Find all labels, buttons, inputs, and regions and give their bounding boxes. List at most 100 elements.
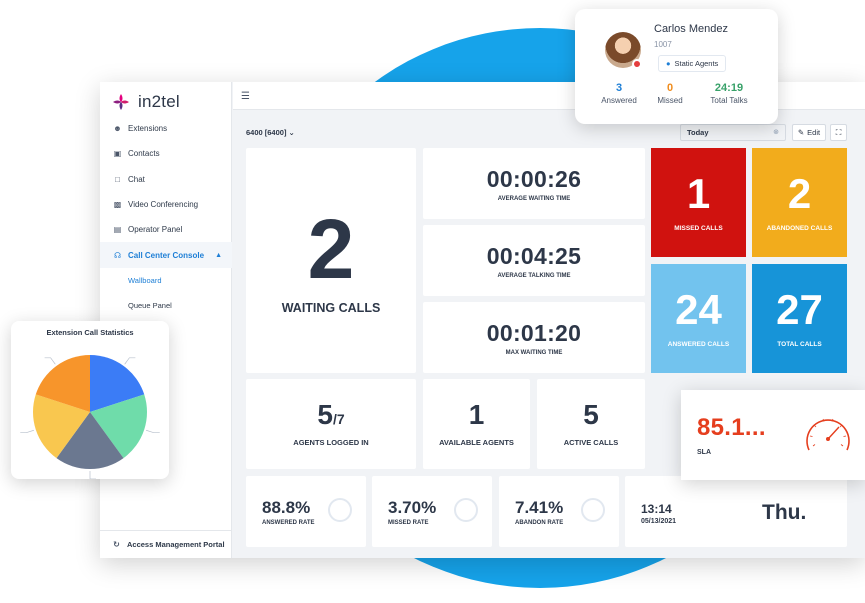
abandoned-calls-value: 2 — [787, 170, 812, 217]
available-agents-label: AVAILABLE AGENTS — [439, 438, 514, 447]
max-waiting-time-card: 00:01:20 MAX WAITING TIME — [423, 302, 645, 373]
refresh-icon: ↻ — [113, 540, 120, 549]
abandon-rate-card: 7.41% ABANDON RATE — [499, 476, 619, 547]
answered-rate-value: 88.8% — [262, 498, 311, 517]
status-indicator — [632, 59, 642, 69]
clock-time: 13:14 — [641, 502, 672, 516]
chevron-up-icon: ▲ — [215, 251, 222, 259]
active-calls-value: 5 — [583, 399, 599, 430]
headset-icon: ☊ — [113, 250, 122, 260]
agent-group-badge: ● Static Agents — [658, 55, 727, 72]
agent-total-talks-stat: 24:19 Total Talks — [695, 82, 763, 105]
average-waiting-time-value: 00:00:26 — [486, 165, 582, 192]
fullscreen-icon: ⛶ — [835, 127, 842, 137]
sidebar-item-video-conferencing[interactable]: ▩ Video Conferencing — [100, 192, 232, 217]
available-agents-card: 1 AVAILABLE AGENTS — [423, 379, 530, 469]
sidebar-subitem-wallboard[interactable]: Wallboard — [100, 268, 232, 293]
gauge-icon — [806, 418, 850, 451]
agent-missed-stat: 0 Missed — [647, 82, 693, 105]
agent-total-talks-value: 24:19 — [714, 82, 744, 94]
max-waiting-time-label: MAX WAITING TIME — [505, 349, 563, 356]
abandon-rate-ring — [581, 498, 605, 522]
answered-calls-label: ANSWERED CALLS — [667, 341, 730, 348]
pencil-icon: ✎ — [797, 128, 805, 137]
average-talking-time-card: 00:04:25 AVERAGE TALKING TIME — [423, 225, 645, 296]
missed-calls-value: 1 — [686, 170, 711, 217]
agent-answered-stat: 3 Answered — [589, 82, 649, 105]
sidebar-item-label: Extensions — [128, 124, 168, 134]
logo-icon — [113, 94, 129, 110]
average-talking-time-value: 00:04:25 — [486, 242, 582, 269]
agents-logged-in-label: AGENTS LOGGED IN — [293, 438, 369, 447]
missed-rate-value: 3.70% — [388, 498, 437, 517]
total-calls-label: TOTAL CALLS — [777, 341, 822, 348]
pie-chart — [20, 355, 160, 479]
agent-missed-value: 0 — [666, 82, 674, 94]
agent-card: Carlos Mendez 1007 ● Static Agents 3 Ans… — [575, 9, 778, 124]
queue-select[interactable]: 6400 [6400] ⌄ — [246, 128, 295, 137]
sidebar-item-label: Contacts — [128, 149, 160, 159]
available-agents-value: 1 — [468, 399, 485, 430]
sidebar-item-operator-panel[interactable]: ▤ Operator Panel — [100, 217, 232, 242]
sidebar-item-extensions[interactable]: ☻ Extensions — [100, 116, 232, 141]
monitor-icon: ▤ — [113, 225, 122, 235]
edit-button[interactable]: ✎ Edit — [792, 124, 826, 141]
waiting-calls-value: 2 — [307, 201, 355, 296]
clear-icon[interactable]: ⊗ — [773, 128, 779, 136]
pie-leader-line — [20, 429, 34, 434]
abandoned-calls-label: ABANDONED CALLS — [766, 225, 833, 232]
extension-call-statistics-card: Extension Call Statistics — [11, 321, 169, 479]
agent-extension: 1007 — [654, 40, 672, 49]
sidebar-item-call-center-console[interactable]: ☊ Call Center Console ▲ — [100, 242, 232, 268]
pie-leader-line — [44, 357, 56, 365]
pie-leader-line — [146, 429, 160, 434]
agent-name: Carlos Mendez — [654, 23, 728, 35]
video-icon: ▩ — [113, 200, 122, 210]
answered-rate-card: 88.8% ANSWERED RATE — [246, 476, 366, 547]
edit-button-label: Edit — [807, 128, 821, 137]
missed-calls-label: MISSED CALLS — [674, 225, 723, 232]
total-calls-value: 27 — [776, 286, 823, 333]
sidebar-item-contacts[interactable]: ▣ Contacts — [100, 141, 232, 166]
chevron-down-icon: ⌄ — [288, 128, 295, 137]
active-calls-card: 5 ACTIVE CALLS — [537, 379, 645, 469]
missed-rate-label: MISSED RATE — [388, 520, 429, 526]
sidebar-item-chat[interactable]: □ Chat — [100, 167, 232, 192]
chat-icon: □ — [115, 174, 120, 184]
sla-value: 85.1... — [697, 414, 766, 441]
agents-logged-in-count: 5 — [317, 399, 333, 430]
agents-total-count: /7 — [332, 411, 345, 427]
max-waiting-time-value: 00:01:20 — [486, 319, 582, 346]
average-talking-time-label: AVERAGE TALKING TIME — [497, 272, 571, 279]
logo[interactable]: in2tel — [110, 88, 180, 116]
sidebar-item-label: Call Center Console — [128, 250, 205, 260]
screen: in2tel ☻ Extensions ▣ Contacts □ Chat ▩ … — [0, 0, 865, 603]
agent-missed-label: Missed — [657, 96, 683, 105]
sidebar-item-label: Chat — [128, 174, 145, 184]
date-filter-select[interactable]: Today ⊗ — [680, 124, 786, 141]
answered-rate-label: ANSWERED RATE — [262, 520, 315, 526]
fullscreen-button[interactable]: ⛶ — [830, 124, 847, 141]
waiting-calls-label: WAITING CALLS — [281, 300, 381, 315]
answered-calls-tile: 24 ANSWERED CALLS — [651, 264, 746, 373]
clock-date: 05/13/2021 — [641, 518, 677, 525]
agents-icon: ● — [666, 59, 671, 68]
footer-label: Access Management Portal — [127, 540, 225, 549]
clock-card: 13:14 05/13/2021 Thu. — [625, 476, 847, 547]
abandon-rate-label: ABANDON RATE — [515, 520, 564, 526]
app-window: in2tel ☻ Extensions ▣ Contacts □ Chat ▩ … — [100, 82, 865, 558]
contacts-icon: ▣ — [113, 149, 122, 159]
missed-rate-card: 3.70% MISSED RATE — [372, 476, 492, 547]
access-management-portal-link[interactable]: ↻ Access Management Portal — [100, 530, 232, 558]
answered-calls-value: 24 — [675, 286, 722, 333]
agent-answered-value: 3 — [615, 82, 623, 94]
average-waiting-time-label: AVERAGE WAITING TIME — [497, 195, 571, 202]
menu-toggle-icon[interactable]: ☰ — [241, 91, 250, 102]
pie-leader-line — [89, 471, 96, 479]
sidebar-subitem-queue-panel[interactable]: Queue Panel — [100, 293, 232, 318]
agents-logged-in-card: 5/7 AGENTS LOGGED IN — [246, 379, 416, 469]
missed-rate-ring — [454, 498, 478, 522]
answered-rate-ring — [328, 498, 352, 522]
pie-leader-line — [124, 357, 136, 365]
sidebar-item-label: Video Conferencing — [128, 200, 199, 210]
